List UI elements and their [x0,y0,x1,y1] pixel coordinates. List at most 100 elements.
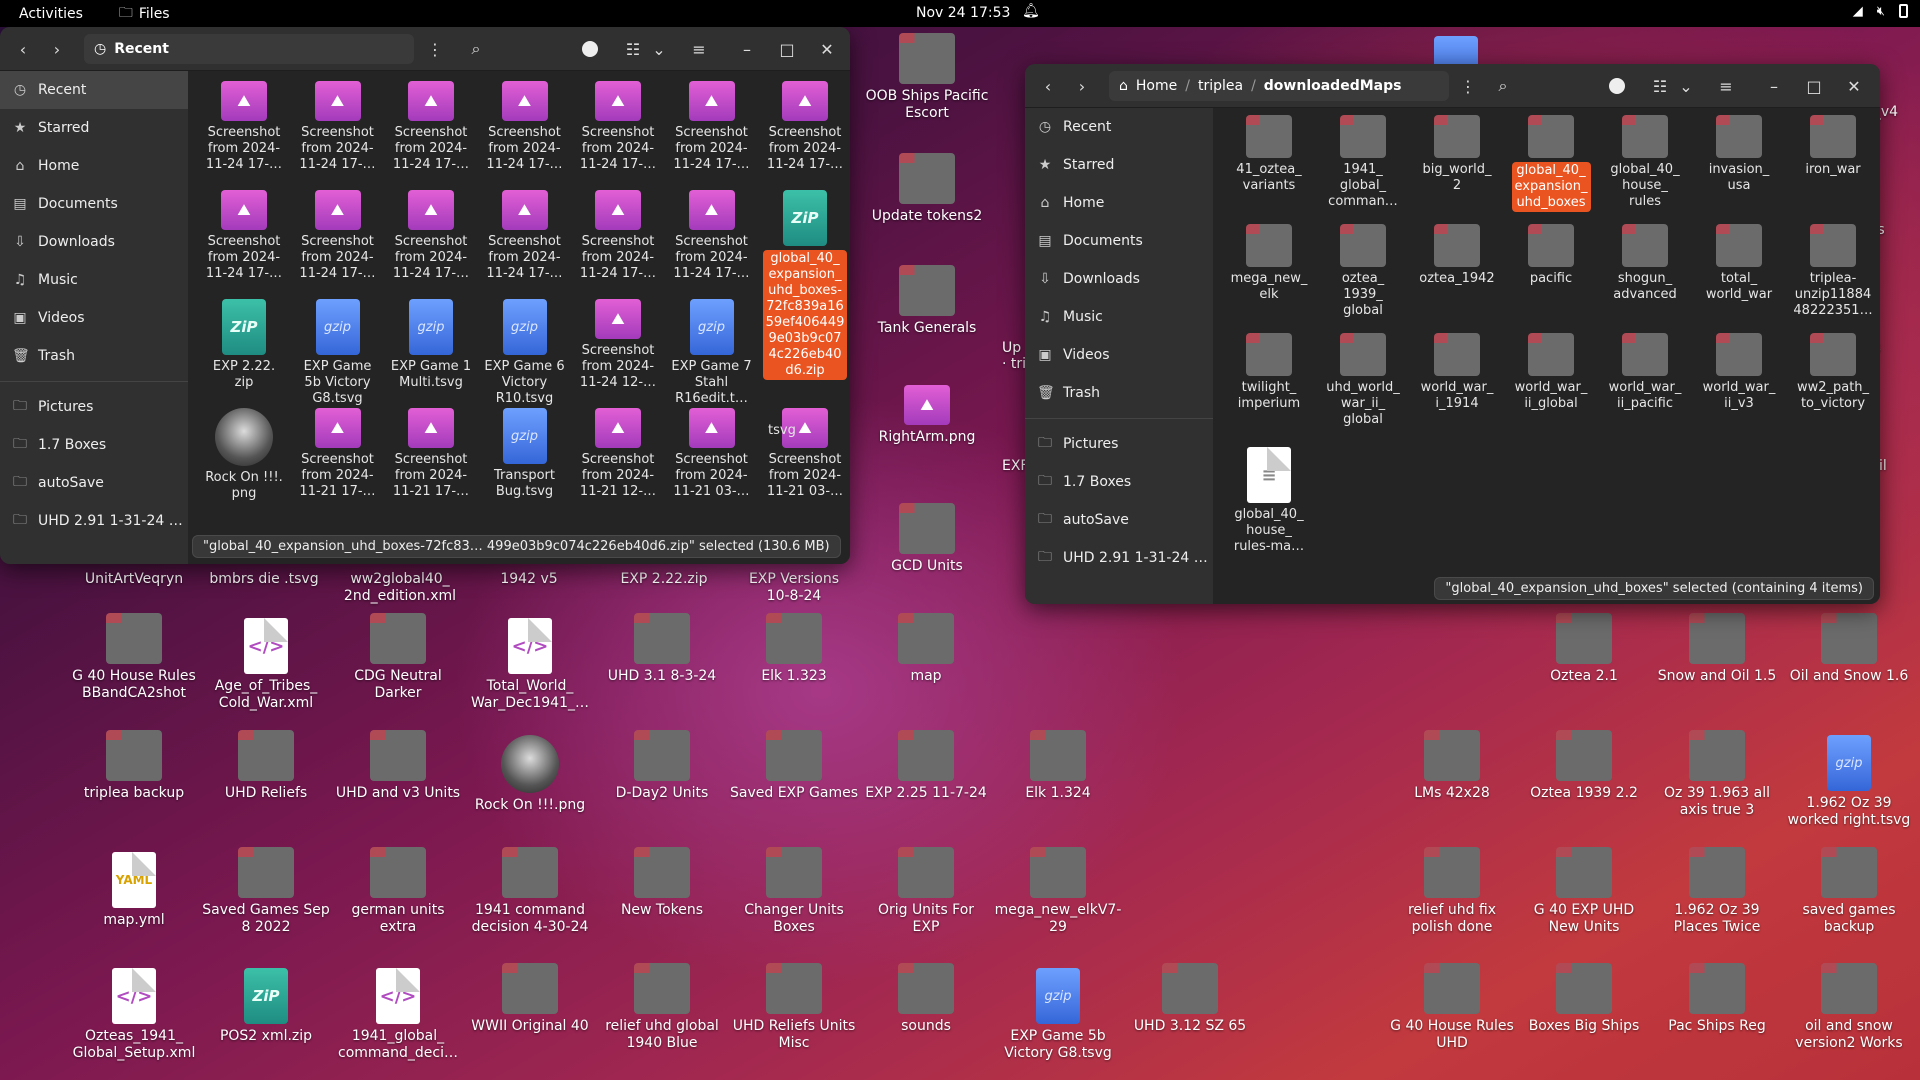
desktop-icon[interactable]: Oz 39 1.963 all axis true 3 [1653,730,1781,819]
sidebar-item-music[interactable]: ♫ Music [0,261,188,299]
app-menu[interactable]: 🗀 Files [119,2,170,26]
file-item[interactable]: gzip Transport Bug.tsvg [479,408,571,500]
desktop-icon[interactable]: </> 1941_global_ command_deci… [334,968,462,1062]
desktop-icon[interactable]: UHD and v3 Units [334,730,462,802]
file-item[interactable]: ⛰ Screenshot from 2024- 11-24 12-… [572,299,664,391]
file-item[interactable]: ZiP EXP 2.22. zip [198,299,290,391]
maximize-button[interactable]: □ [772,34,802,64]
sidebar-item-videos[interactable]: ▣ Videos [1025,336,1213,374]
file-item[interactable]: Rock On !!!. png [198,408,290,502]
file-item[interactable]: gzip EXP Game 6 Victory R10.tsvg [479,299,571,407]
menu-dots-button[interactable]: ⋮ [420,34,450,64]
view-options-button[interactable]: ⌄ [1675,71,1697,101]
close-button[interactable]: ✕ [812,34,842,64]
folder-item[interactable]: global_40_ house_ rules [1599,115,1691,210]
desktop-icon[interactable]: relief uhd fix polish done [1388,847,1516,936]
desktop-icon[interactable]: ⛰ RightArm.png [863,385,991,446]
search-button[interactable]: ⌕ [461,34,491,64]
view-toggle-button[interactable] [575,34,605,64]
file-item[interactable]: ⛰ Screenshot from 2024- 11-21 12-… [572,408,664,500]
file-item[interactable]: ⛰ Screenshot from 2024- 11-24 17-… [385,81,477,173]
desktop-icon[interactable]: 1.962 Oz 39 Places Twice [1653,847,1781,936]
desktop-icon[interactable]: Boxes Big Ships [1520,963,1648,1035]
sidebar-item-1-7-boxes[interactable]: 🗀 1.7 Boxes [1025,463,1213,501]
sidebar-item-music[interactable]: ♫ Music [1025,298,1213,336]
desktop-icon[interactable]: EXP 2.22.zip [600,567,728,588]
desktop-icon[interactable]: YAML map.yml [70,852,198,929]
list-view-button[interactable]: ☷ [1645,71,1675,101]
sidebar-item-trash[interactable]: 🗑︎ Trash [0,337,188,375]
desktop-icon[interactable]: Snow and Oil 1.5 [1653,613,1781,685]
forward-button[interactable]: › [1067,71,1097,101]
sidebar-item-1-7-boxes[interactable]: 🗀 1.7 Boxes [0,426,188,464]
activities-button[interactable]: Activities [19,6,83,22]
close-button[interactable]: ✕ [1839,71,1869,101]
view-options-button[interactable]: ⌄ [648,34,670,64]
desktop-icon[interactable]: UHD 3.12 SZ 65 [1126,963,1254,1035]
file-item[interactable]: ⛰ Screenshot from 2024- 11-24 17-… [292,190,384,282]
file-item[interactable]: ⛰ Screenshot from 2024- 11-24 17-… [292,81,384,173]
file-item[interactable]: ⛰ Screenshot from 2024- 11-24 17-… [572,190,664,282]
desktop-icon[interactable]: G 40 House Rules BBandCA2shot [70,613,198,702]
back-button[interactable]: ‹ [8,34,38,64]
sidebar-item-videos[interactable]: ▣ Videos [0,299,188,337]
clock[interactable]: Nov 24 17:53 [916,5,1010,21]
desktop-icon[interactable]: Oil and Snow 1.6 [1785,613,1913,685]
desktop-icon[interactable]: Changer Units Boxes [730,847,858,936]
desktop-icon[interactable]: oil and snow version2 Works [1785,963,1913,1052]
desktop-icon[interactable]: relief uhd global 1940 Blue [598,963,726,1052]
desktop-icon[interactable]: Oztea 2.1 [1520,613,1648,685]
folder-item[interactable]: shogun_ advanced [1599,224,1691,303]
desktop-icon[interactable]: 1941 command decision 4-30-24 [466,847,594,936]
hamburger-menu-button[interactable]: ≡ [684,34,714,64]
desktop-icon[interactable]: CDG Neutral Darker [334,613,462,702]
hamburger-menu-button[interactable]: ≡ [1711,71,1741,101]
file-item[interactable]: gzip EXP Game 5b Victory G8.tsvg [292,299,384,407]
sidebar-item-recent[interactable]: ◷ Recent [1025,108,1213,146]
folder-item[interactable]: iron_war [1787,115,1879,178]
desktop-icon[interactable]: Update tokens2 [863,153,991,225]
sidebar-item-trash[interactable]: 🗑︎ Trash [1025,374,1213,412]
file-item[interactable]: ⛰ Screenshot from 2024- 11-24 17-… [385,190,477,282]
minimize-button[interactable]: – [1759,71,1789,101]
file-item[interactable]: ⛰ Screenshot from 2024- 11-21 03-… [666,408,758,500]
desktop-icon[interactable]: </> Age_of_Tribes_ Cold_War.xml [202,618,330,712]
desktop-icon[interactable]: G 40 House Rules UHD [1388,963,1516,1052]
file-item[interactable]: ZiP global_40_ expansion_ uhd_boxes- 72fc… [759,190,850,380]
path-home[interactable]: Home [1136,78,1177,94]
desktop-icon[interactable]: mega_new_elkV7- 29 [994,847,1122,936]
file-item[interactable]: ⛰ Screenshot from 2024- 11-24 17-… [666,81,758,173]
sidebar-item-home[interactable]: ⌂ Home [1025,184,1213,222]
sidebar-item-documents[interactable]: ▤ Documents [0,185,188,223]
sidebar-item-pictures[interactable]: 🗀 Pictures [0,388,188,426]
sidebar-item-starred[interactable]: ★ Starred [0,109,188,147]
desktop-icon[interactable]: UHD Reliefs [202,730,330,802]
desktop-icon[interactable]: </> Ozteas_1941_ Global_Setup.xml [70,968,198,1062]
folder-item[interactable]: mega_new_ elk [1223,224,1315,303]
sidebar-item-home[interactable]: ⌂ Home [0,147,188,185]
minimize-button[interactable]: – [732,34,762,64]
file-item[interactable]: ⛰ Screenshot from 2024- 11-24 17-… [759,81,850,173]
file-item[interactable]: ⛰ Screenshot from 2024- 11-24 17-… [198,190,290,282]
menu-dots-button[interactable]: ⋮ [1453,71,1483,101]
view-toggle-button[interactable] [1602,71,1632,101]
folder-item[interactable]: world_war_ i_1914 [1411,333,1503,412]
folder-item[interactable]: global_40_ expansion_ uhd_boxes [1505,115,1597,212]
folder-item[interactable]: twilight_ imperium [1223,333,1315,412]
desktop-icon[interactable]: </> Total_World_ War_Dec1941_… [466,618,594,712]
desktop-icon[interactable]: GCD Units [863,503,991,575]
file-item[interactable]: gzip EXP Game 1 Multi.tsvg [385,299,477,391]
desktop-icon[interactable]: ww2global40_ 2nd_edition.xml [336,567,464,605]
sidebar-item-downloads[interactable]: ⇩ Downloads [1025,260,1213,298]
folder-item[interactable]: world_war_ ii_global [1505,333,1597,412]
folder-item[interactable]: oztea_1942 [1411,224,1503,287]
folder-item[interactable]: pacific [1505,224,1597,287]
desktop-icon[interactable]: german units extra [334,847,462,936]
path-downloaded-maps[interactable]: downloadedMaps [1264,78,1402,94]
back-button[interactable]: ‹ [1033,71,1063,101]
desktop-icon[interactable]: 1942 v5 [465,567,593,588]
maximize-button[interactable]: □ [1799,71,1829,101]
folder-item[interactable]: ww2_path_ to_victory [1787,333,1879,412]
list-view-button[interactable]: ☷ [618,34,648,64]
desktop-icon[interactable]: bmbrs die .tsvg [200,567,328,588]
